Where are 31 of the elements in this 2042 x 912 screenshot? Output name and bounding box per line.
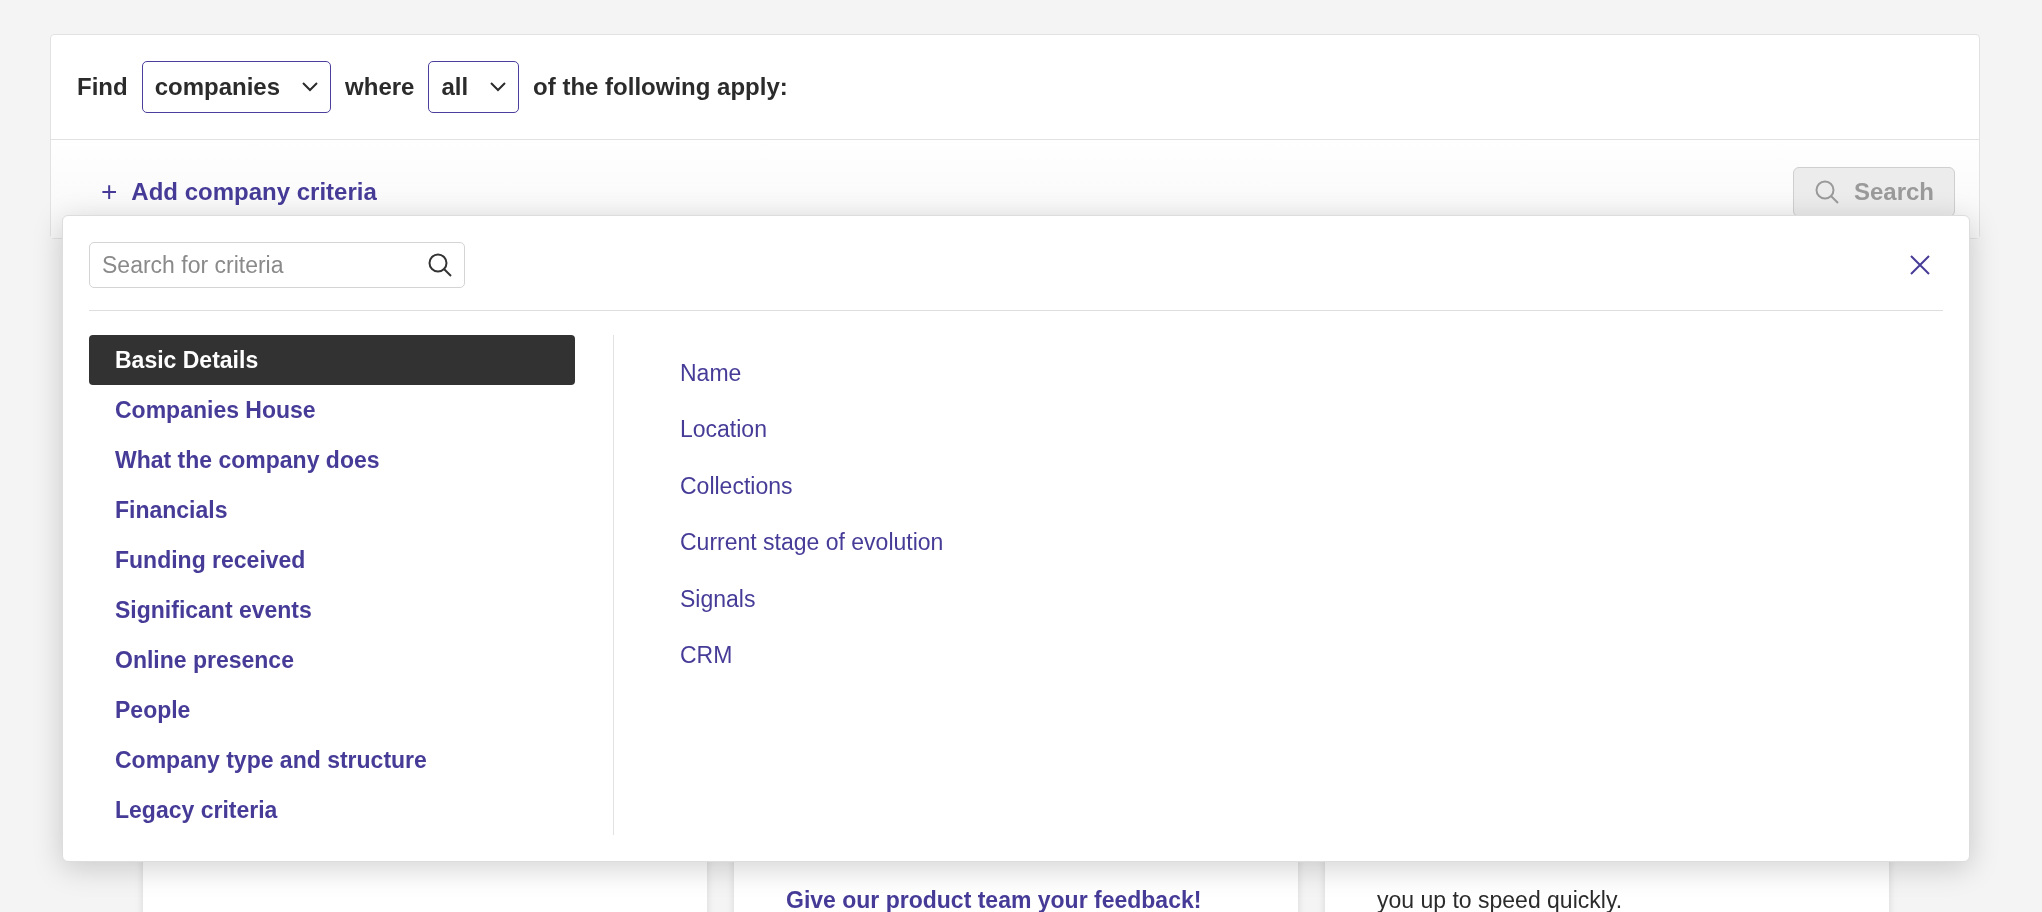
criteria-item[interactable]: CRM xyxy=(680,627,944,684)
add-criteria-button[interactable]: + Add company criteria xyxy=(101,176,377,208)
category-item[interactable]: Financials xyxy=(89,485,575,535)
chevron-down-icon xyxy=(490,82,507,92)
category-item[interactable]: Company type and structure xyxy=(89,735,575,785)
search-icon xyxy=(427,252,453,278)
category-item[interactable]: Companies House xyxy=(89,385,575,435)
match-dropdown[interactable]: all xyxy=(428,61,520,113)
search-icon xyxy=(1813,179,1840,205)
criteria-item[interactable]: Location xyxy=(680,401,944,458)
close-icon[interactable] xyxy=(1909,254,1931,276)
category-item[interactable]: Online presence xyxy=(89,635,575,685)
find-label: Find xyxy=(77,73,128,101)
criteria-item[interactable]: Name xyxy=(680,345,944,402)
category-item[interactable]: Legacy criteria xyxy=(89,785,575,835)
chevron-down-icon xyxy=(302,82,319,92)
criteria-item[interactable]: Signals xyxy=(680,571,944,628)
entity-dropdown[interactable]: companies xyxy=(141,61,332,113)
where-label: where xyxy=(345,73,415,101)
card-text: you up to speed quickly. xyxy=(1377,886,1624,912)
category-item[interactable]: Basic Details xyxy=(89,335,575,385)
plus-icon: + xyxy=(101,176,118,208)
criteria-item[interactable]: Collections xyxy=(680,458,944,515)
category-item[interactable]: What the company does xyxy=(89,435,575,485)
category-item[interactable]: Funding received xyxy=(89,535,575,585)
category-item[interactable]: Significant events xyxy=(89,585,575,635)
criteria-search-field[interactable]: Search for criteria xyxy=(89,242,465,288)
criteria-item[interactable]: Current stage of evolution xyxy=(680,514,944,571)
feedback-link[interactable]: Give our product team your feedback! xyxy=(786,881,1202,912)
query-suffix: of the following apply: xyxy=(533,73,788,101)
category-item[interactable]: People xyxy=(89,685,575,735)
